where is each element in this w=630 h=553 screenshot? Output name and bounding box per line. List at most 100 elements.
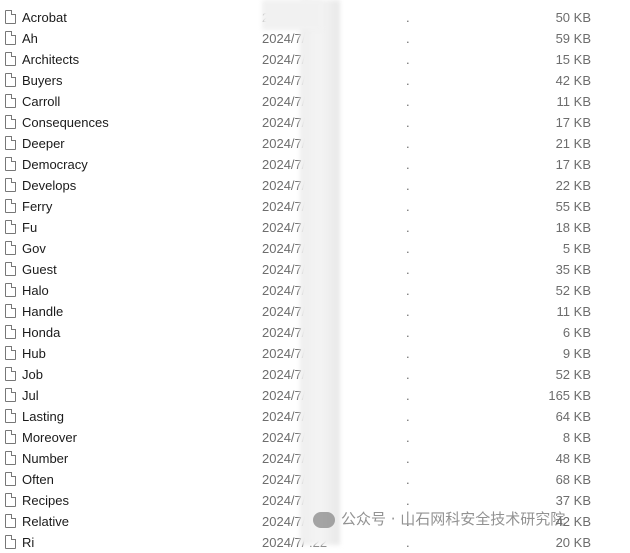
file-name: Halo — [22, 283, 49, 298]
file-icon — [5, 346, 16, 360]
file-name: Lasting — [22, 409, 64, 424]
redaction-blur — [262, 0, 322, 30]
file-icon — [5, 73, 16, 87]
file-type: . — [406, 115, 410, 130]
file-icon — [5, 94, 16, 108]
file-type: . — [406, 52, 410, 67]
file-icon — [5, 115, 16, 129]
file-icon — [5, 178, 16, 192]
file-size: 6 KB — [562, 325, 591, 340]
file-name: Acrobat — [22, 10, 67, 25]
file-type: . — [406, 136, 410, 151]
file-type: . — [406, 472, 410, 487]
file-type: . — [406, 157, 410, 172]
file-icon — [5, 10, 16, 24]
file-type: . — [406, 220, 410, 235]
file-size: 52 KB — [555, 367, 591, 382]
file-size: 21 KB — [555, 136, 591, 151]
file-type: . — [406, 10, 410, 25]
watermark: 公众号 · 山石网科安全技术研究院 — [313, 508, 565, 529]
file-name: Relative — [22, 514, 69, 529]
file-size: 17 KB — [555, 157, 591, 172]
file-icon — [5, 31, 16, 45]
file-size: 11 KB — [556, 304, 591, 319]
file-type: . — [406, 73, 410, 88]
file-name: Ferry — [22, 199, 53, 214]
file-size: 42 KB — [555, 73, 591, 88]
file-icon — [5, 199, 16, 213]
file-icon — [5, 157, 16, 171]
file-size: 52 KB — [555, 283, 591, 298]
file-type: . — [406, 367, 410, 382]
file-size: 11 KB — [556, 94, 591, 109]
file-name: Carroll — [22, 94, 61, 109]
file-name: Job — [22, 367, 43, 382]
file-size: 17 KB — [555, 115, 591, 130]
file-icon — [5, 241, 16, 255]
file-type: . — [406, 262, 410, 277]
file-size: 48 KB — [555, 451, 591, 466]
file-size: 68 KB — [555, 472, 591, 487]
file-name: Gov — [22, 241, 46, 256]
file-name: Recipes — [22, 493, 69, 508]
file-name: Consequences — [22, 115, 109, 130]
file-type: . — [406, 94, 410, 109]
file-type: . — [406, 178, 410, 193]
file-size: 5 KB — [562, 241, 591, 256]
file-size: 18 KB — [555, 220, 591, 235]
file-icon — [5, 388, 16, 402]
file-icon — [5, 535, 16, 549]
file-icon — [5, 220, 16, 234]
file-size: 8 KB — [562, 430, 591, 445]
file-type: . — [406, 304, 410, 319]
file-name: Honda — [22, 325, 61, 340]
file-icon — [5, 283, 16, 297]
file-name: Number — [22, 451, 69, 466]
file-name: Guest — [22, 262, 57, 277]
file-type: . — [406, 325, 410, 340]
file-icon — [5, 136, 16, 150]
file-name: Jul — [22, 388, 39, 403]
watermark-text: 公众号 · 山石网科安全技术研究院 — [341, 510, 566, 528]
file-name: Hub — [22, 346, 46, 361]
file-size: 55 KB — [555, 199, 591, 214]
file-name: Moreover — [22, 430, 77, 445]
file-size: 50 KB — [555, 10, 591, 25]
file-icon — [5, 493, 16, 507]
file-type: . — [406, 535, 410, 550]
wechat-icon — [313, 511, 335, 528]
file-type: . — [406, 31, 410, 46]
file-name: Ri — [22, 535, 35, 550]
file-size: 59 KB — [555, 31, 591, 46]
file-icon — [5, 325, 16, 339]
file-name: Ah — [22, 31, 38, 46]
file-icon — [5, 409, 16, 423]
file-type: . — [406, 346, 410, 361]
file-size: 22 KB — [555, 178, 591, 193]
file-size: 9 KB — [562, 346, 591, 361]
redaction-blur — [300, 0, 340, 545]
file-icon — [5, 514, 16, 528]
file-icon — [5, 262, 16, 276]
file-icon — [5, 367, 16, 381]
file-name: Often — [22, 472, 54, 487]
file-name: Fu — [22, 220, 38, 235]
file-type: . — [406, 409, 410, 424]
file-icon — [5, 430, 16, 444]
file-size: 35 KB — [555, 262, 591, 277]
file-icon — [5, 304, 16, 318]
file-name: Architects — [22, 52, 80, 67]
file-icon — [5, 451, 16, 465]
file-icon — [5, 52, 16, 66]
file-name: Buyers — [22, 73, 63, 88]
file-size: 15 KB — [555, 52, 591, 67]
file-type: . — [406, 241, 410, 256]
file-size: 20 KB — [555, 535, 591, 550]
file-name: Deeper — [22, 136, 65, 151]
file-type: . — [406, 283, 410, 298]
file-size: 64 KB — [555, 409, 591, 424]
file-type: . — [406, 388, 410, 403]
file-name: Handle — [22, 304, 64, 319]
file-name: Develops — [22, 178, 77, 193]
file-type: . — [406, 451, 410, 466]
